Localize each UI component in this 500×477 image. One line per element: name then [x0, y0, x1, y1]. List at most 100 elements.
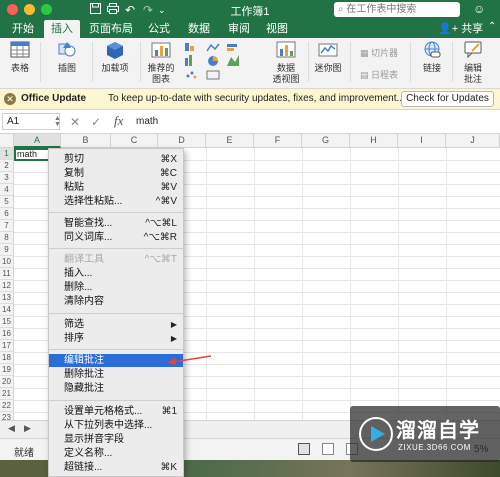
- row-header[interactable]: 15: [0, 316, 14, 328]
- confirm-edit-icon[interactable]: ✓: [91, 115, 101, 129]
- tab-data[interactable]: 数据: [184, 20, 214, 38]
- prev-sheet-icon[interactable]: ◀: [8, 423, 15, 434]
- menu-item-thesaurus[interactable]: 同义词库... ^⌥⌘R: [49, 231, 183, 244]
- menu-item-hyperlink[interactable]: 超链接... ⌘K: [49, 461, 183, 474]
- menu-item-phonetic[interactable]: 显示拼音字段: [49, 433, 183, 446]
- tab-review[interactable]: 审阅: [224, 20, 254, 38]
- column-header[interactable]: C: [111, 134, 158, 148]
- column-header[interactable]: D: [158, 134, 206, 148]
- menu-item-label: 从下拉列表中选择...: [64, 420, 153, 431]
- row-header[interactable]: 7: [0, 220, 14, 232]
- dismiss-notification-icon[interactable]: ✕: [4, 93, 16, 105]
- name-box-stepper-icon[interactable]: ▲ ▼: [54, 115, 61, 128]
- row-header[interactable]: 4: [0, 184, 14, 196]
- menu-item-hide-comment[interactable]: 隐藏批注: [49, 382, 183, 395]
- column-header[interactable]: I: [398, 134, 446, 148]
- table-icon: [10, 41, 30, 58]
- column-header[interactable]: A: [14, 134, 61, 148]
- menu-item-paste[interactable]: 粘贴 ⌘V: [49, 181, 183, 194]
- tab-formulas[interactable]: 公式: [144, 20, 174, 38]
- menu-item-delete-comment[interactable]: 删除批注: [49, 368, 183, 381]
- menu-item-copy[interactable]: 复制 ⌘C: [49, 167, 183, 180]
- row-header[interactable]: 6: [0, 208, 14, 220]
- row-header[interactable]: 14: [0, 304, 14, 316]
- timeline-icon: ▤: [360, 70, 369, 80]
- menu-item-smart-lookup[interactable]: 智能查找... ^⌥⌘L: [49, 217, 183, 230]
- menu-item-format-cells[interactable]: 设置单元格格式... ⌘1: [49, 405, 183, 418]
- table-button[interactable]: 表格: [6, 40, 34, 74]
- insert-function-icon[interactable]: fx: [114, 113, 123, 129]
- recommended-charts-button[interactable]: 推荐的 图表: [146, 40, 176, 85]
- row-header[interactable]: 5: [0, 196, 14, 208]
- menu-item-sort[interactable]: 排序 ▶: [49, 332, 183, 345]
- illustrations-button[interactable]: 插图: [52, 40, 82, 74]
- pivot-chart-icon: [276, 41, 296, 58]
- row-header[interactable]: 11: [0, 268, 14, 280]
- feedback-smiley-icon[interactable]: ☺: [473, 2, 485, 16]
- column-header[interactable]: G: [302, 134, 350, 148]
- sparklines-label: 迷你图: [314, 63, 342, 73]
- column-header[interactable]: B: [61, 134, 111, 148]
- link-button[interactable]: 链接: [418, 40, 446, 74]
- cancel-edit-icon[interactable]: ✕: [70, 115, 80, 129]
- tab-page-layout[interactable]: 页面布局: [86, 20, 136, 38]
- slicer-button[interactable]: ▦ 切片器: [360, 46, 398, 59]
- share-button[interactable]: 👤+ 共享: [438, 20, 483, 38]
- column-header[interactable]: E: [206, 134, 254, 148]
- row-header[interactable]: 12: [0, 280, 14, 292]
- row-header[interactable]: 9: [0, 244, 14, 256]
- sheet-search-input[interactable]: ⌕ 在工作表中搜索: [334, 2, 460, 17]
- row-header[interactable]: 3: [0, 172, 14, 184]
- next-sheet-icon[interactable]: ▶: [24, 423, 31, 434]
- row-header[interactable]: 17: [0, 340, 14, 352]
- sparklines-button[interactable]: 迷你图: [312, 40, 344, 74]
- edit-comment-ribbon-button[interactable]: 编辑 批注: [458, 40, 488, 85]
- menu-item-filter[interactable]: 筛选 ▶: [49, 318, 183, 331]
- row-header[interactable]: 13: [0, 292, 14, 304]
- row-header[interactable]: 18: [0, 352, 14, 364]
- column-header[interactable]: J: [446, 134, 500, 148]
- row-header[interactable]: 16: [0, 328, 14, 340]
- ribbon-separator: [410, 42, 411, 82]
- menu-item-label: 智能查找...: [64, 218, 113, 229]
- normal-view-icon[interactable]: [298, 443, 310, 455]
- menu-item-pick-from-list[interactable]: 从下拉列表中选择...: [49, 419, 183, 432]
- check-for-updates-button[interactable]: Check for Updates: [401, 91, 494, 107]
- chart-types-gallery[interactable]: [183, 41, 243, 87]
- row-header[interactable]: 10: [0, 256, 14, 268]
- menu-item-paste-special[interactable]: 选择性粘贴... ^⌘V: [49, 195, 183, 208]
- tab-insert[interactable]: 插入: [44, 20, 80, 38]
- watermark-play-logo-icon: [359, 417, 393, 451]
- row-header[interactable]: 2: [0, 160, 14, 172]
- menu-item-delete[interactable]: 删除...: [49, 281, 183, 294]
- menu-item-clear-contents[interactable]: 清除内容: [49, 295, 183, 308]
- addins-button[interactable]: 加载项: [98, 40, 132, 74]
- column-header[interactable]: F: [254, 134, 302, 148]
- ribbon-tabs: 开始 插入 页面布局 公式 数据 审阅 视图 👤+ 共享 ⌃: [0, 20, 500, 38]
- name-box[interactable]: A1 ▲ ▼: [2, 113, 61, 130]
- page-layout-view-icon[interactable]: [322, 443, 334, 455]
- row-header[interactable]: 19: [0, 364, 14, 376]
- menu-item-insert[interactable]: 插入...: [49, 267, 183, 280]
- shortcut-label: ^⌥⌘T: [144, 254, 177, 265]
- row-header[interactable]: 8: [0, 232, 14, 244]
- tab-home[interactable]: 开始: [6, 20, 40, 38]
- row-header[interactable]: 1: [0, 148, 14, 160]
- formula-input[interactable]: math: [134, 113, 496, 130]
- shortcut-label: ^⌥⌘L: [145, 218, 177, 229]
- select-all-corner[interactable]: [0, 134, 14, 148]
- timeline-button[interactable]: ▤ 日程表: [360, 68, 398, 81]
- tab-view[interactable]: 视图: [262, 20, 292, 38]
- menu-item-edit-comment[interactable]: 编辑批注: [49, 354, 183, 367]
- row-header[interactable]: 23: [0, 412, 14, 420]
- row-header[interactable]: 21: [0, 388, 14, 400]
- collapse-ribbon-icon[interactable]: ⌃: [488, 21, 496, 32]
- watermark-title: 溜溜自学: [396, 420, 480, 442]
- menu-item-define-name[interactable]: 定义名称...: [49, 447, 183, 460]
- row-header[interactable]: 20: [0, 376, 14, 388]
- pivot-chart-button[interactable]: 数据 透视图: [268, 40, 304, 85]
- menu-item-label: 清除内容: [64, 296, 104, 307]
- row-header[interactable]: 22: [0, 400, 14, 412]
- column-header[interactable]: H: [350, 134, 398, 148]
- menu-item-cut[interactable]: 剪切 ⌘X: [49, 153, 183, 166]
